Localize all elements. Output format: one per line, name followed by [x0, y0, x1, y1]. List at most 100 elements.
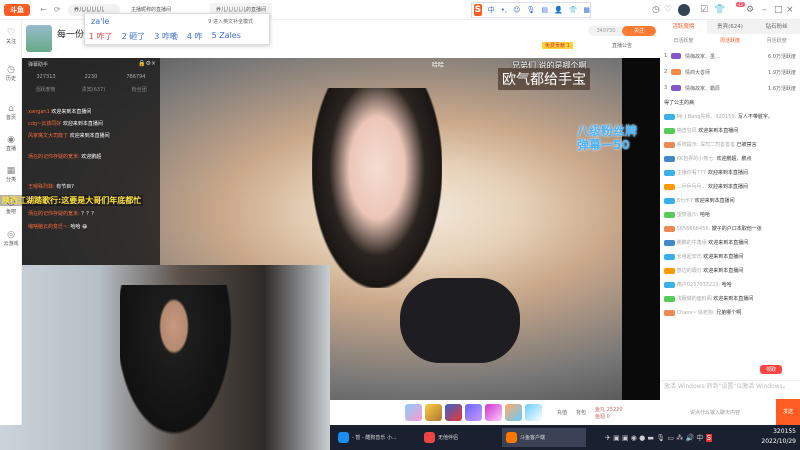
tab[interactable]: 贵宾(637) [82, 86, 105, 93]
refresh-button[interactable]: ⟳ [54, 5, 61, 14]
microphone [400, 278, 520, 363]
clock-icon: ◷ [7, 65, 15, 75]
rank-row[interactable]: 1 情梅故家、虽... 6.0万活跃度 [660, 48, 800, 64]
username[interactable]: 5656666456: [677, 226, 711, 232]
ime-candidates: 1 咋了 2 砸了 3 咋嘞 4 咋 5 Zales [89, 31, 241, 42]
username[interactable]: Chaos~ 徐老狗: [677, 310, 715, 316]
maximize-button[interactable]: □ [774, 5, 783, 15]
ime-indicator[interactable]: 中 [696, 434, 703, 442]
username[interactable]: 用户0237033223: [677, 282, 721, 288]
heart-icon[interactable]: ♡ [664, 5, 672, 15]
rank-name: 情梅故家、霸辰 [685, 85, 721, 92]
username[interactable]: 喵击狂风 [677, 128, 697, 134]
username[interactable]: 鹏鹏的牛角组 [677, 240, 707, 246]
follow-button[interactable]: 关注 [622, 26, 656, 36]
settings-icon[interactable]: ⚙ [746, 5, 754, 15]
history-icon[interactable]: ◷ [652, 5, 660, 15]
taskbar-companion[interactable]: 无他伴侣 [420, 428, 462, 447]
username[interactable]: 望穿温沙: [677, 212, 699, 218]
lang-toggle[interactable]: 中 [488, 5, 495, 15]
minimize-button[interactable]: – [762, 5, 767, 15]
username[interactable]: 主播你看777 [677, 170, 707, 176]
task-label: - 暂 - 酷狗音乐 小... [352, 435, 397, 441]
user-avatar[interactable] [678, 4, 690, 16]
send-button[interactable]: 发送 [776, 399, 800, 426]
sidebar-item-follow[interactable]: ♡ 关注 [0, 28, 22, 45]
username[interactable]: 炳在的记你存疑的宽米: [28, 154, 80, 160]
rank-row[interactable]: 3 情梅故家、霸辰 1.6万活跃度 [660, 80, 800, 96]
keyboard-icon[interactable]: ▤ [541, 6, 548, 14]
username[interactable]: 缩啥脑云的变迁~: [28, 224, 69, 230]
rank-row[interactable]: 2 情商大善师 1.9万活跃度 [660, 64, 800, 80]
mic-icon[interactable]: 🎙 [526, 6, 535, 14]
gift-item[interactable] [465, 404, 482, 421]
gift-item[interactable] [505, 404, 522, 421]
backpack-button[interactable]: 背包 [576, 409, 586, 416]
emoji-icon[interactable]: ☺ [513, 6, 520, 14]
home-icon: ⌂ [8, 104, 14, 114]
username[interactable]: 风家嘴文大司篇了 [28, 133, 68, 139]
ime-candidate[interactable]: 5 Zales [212, 31, 241, 42]
close-button[interactable]: × [786, 5, 794, 15]
sidebar-item-history[interactable]: ◷ 历史 [0, 65, 22, 82]
message-text: 欢迎来到本直播间 [703, 254, 744, 260]
close-icon[interactable]: 🔒⚙× [138, 60, 156, 67]
grid-icon[interactable]: ▦ [583, 6, 590, 14]
taskbar-douyu[interactable]: 斗鱼客户端 [502, 428, 586, 447]
taskbar-kugou[interactable]: - 暂 - 酷狗音乐 小... [334, 428, 401, 447]
ime-candidate[interactable]: 2 砸了 [122, 31, 146, 42]
claim-button[interactable]: 领取 [760, 365, 783, 374]
username[interactable]: ...乒乒乓乓... [677, 184, 707, 190]
streamer-avatar[interactable] [26, 25, 52, 52]
gift-item[interactable] [425, 404, 442, 421]
tab[interactable]: 活跃度榜 [35, 86, 55, 93]
tab-vip[interactable]: 贵宾(624) [706, 20, 754, 34]
system-tray[interactable]: ✈ ▣ ▣ ◉ ● ▬ 🎙 ▭ ⁂ 🔊 中 S [605, 433, 713, 443]
back-button[interactable]: ← [40, 5, 47, 14]
username[interactable]: cdg~云孩同好 [28, 121, 61, 127]
gift-item[interactable] [485, 404, 502, 421]
sidebar-item-live[interactable]: ◉ 直播 [0, 135, 22, 152]
username[interactable]: 8七示7 [677, 198, 693, 204]
skin-icon[interactable]: 👕 [569, 6, 578, 14]
sidebar-item-category[interactable]: ▦ 分类 [0, 166, 22, 183]
username[interactable]: 炳在的记你存疑的宽米: [28, 211, 80, 217]
chat-input[interactable]: 说点什么输入聊天内容 [690, 409, 740, 416]
ime-candidate[interactable]: 1 咋了 [89, 31, 113, 42]
ime-candidate[interactable]: 4 咋 [187, 31, 203, 42]
gift-item[interactable] [445, 404, 462, 421]
douyu-icon [506, 432, 517, 443]
tab[interactable]: 粉丝团 [132, 86, 147, 93]
user-icon[interactable]: 👤 [554, 6, 563, 14]
subtab-week[interactable]: 周活跃度 [707, 34, 754, 48]
fish-ball-count: 25220 [606, 406, 623, 413]
clock[interactable]: 320155 2022/10/29 [761, 427, 796, 447]
username[interactable]: 王嗯殊烈菲: [28, 184, 55, 190]
username[interactable]: 浅眠做的面料阁 [677, 296, 712, 302]
tab-activity[interactable]: 活跃度榜 [660, 20, 707, 34]
username[interactable]: xangan1 [28, 109, 50, 115]
task-icon[interactable]: ☑ [700, 5, 708, 15]
shirt-icon[interactable]: 👕 [714, 5, 725, 15]
sogou-tray-icon[interactable]: S [705, 434, 713, 442]
punct-toggle[interactable]: •, [501, 6, 507, 14]
tab-diamond-fans[interactable]: 钻石粉丝 [753, 20, 800, 34]
gift-item[interactable] [525, 404, 542, 421]
subtab-day[interactable]: 日活跃度 [660, 34, 707, 48]
notice-link[interactable]: 直播公告 [612, 42, 632, 49]
gift-item[interactable] [405, 404, 422, 421]
username[interactable]: 系统提示: 深司二司善善善 [677, 142, 735, 148]
app-logo[interactable]: 斗鱼 [4, 4, 30, 16]
ime-candidate[interactable]: 3 咋嘞 [154, 31, 178, 42]
username[interactable]: 憋边的跟灯 [677, 268, 702, 274]
subtab-month[interactable]: 月活跃度 [753, 34, 800, 48]
username[interactable]: Mr J Bang先师、320155: [677, 114, 737, 120]
sogou-logo-icon[interactable]: S [474, 4, 482, 16]
rank-badge[interactable]: 免费贡献 1 [542, 42, 573, 49]
username[interactable]: 长组起安氏 [677, 254, 702, 260]
ime-composition: za'le [91, 17, 110, 26]
recharge-button[interactable]: 充值 [557, 409, 567, 416]
username[interactable]: KK包弄的小熊七: [677, 156, 715, 162]
sidebar-item-home[interactable]: ⌂ 首页 [0, 104, 22, 121]
sidebar-item-cloud-game[interactable]: ◎ 云游戏 [0, 230, 22, 247]
